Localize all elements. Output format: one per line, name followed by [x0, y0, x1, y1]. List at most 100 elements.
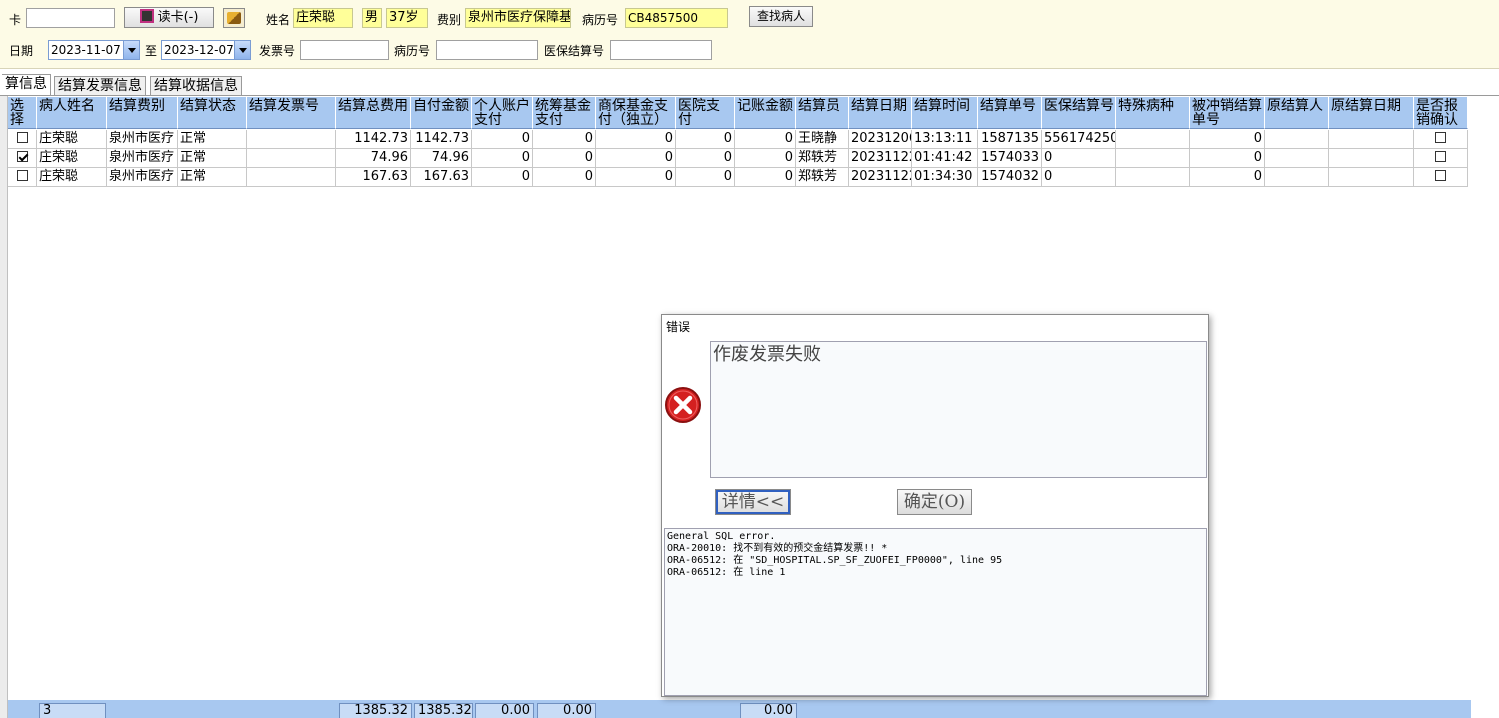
table-cell[interactable]: 1142.73 — [336, 130, 411, 149]
table-cell[interactable]: 0 — [1042, 149, 1116, 168]
table-cell[interactable]: 74.96 — [336, 149, 411, 168]
column-header[interactable]: 结算费别 — [107, 97, 178, 129]
column-header[interactable]: 结算发票号 — [247, 97, 336, 129]
table-cell[interactable]: 正常 — [178, 130, 247, 149]
tab-settlement-info[interactable]: 算信息 — [2, 74, 51, 96]
column-header[interactable]: 统筹基金支付 — [533, 97, 596, 129]
column-header[interactable]: 特殊病种 — [1116, 97, 1190, 129]
chevron-down-icon[interactable] — [123, 41, 139, 59]
tab-receipt-info[interactable]: 结算收据信息 — [150, 76, 242, 96]
table-cell[interactable]: 0 — [735, 149, 796, 168]
column-header[interactable]: 自付金额 — [411, 97, 472, 129]
table-cell[interactable] — [1265, 168, 1329, 187]
column-header[interactable]: 结算总费用 — [336, 97, 411, 129]
table-cell[interactable]: 13:13:11 — [912, 130, 978, 149]
table-cell[interactable]: 0 — [596, 168, 676, 187]
table-cell[interactable]: 0 — [472, 168, 533, 187]
age-field[interactable]: 37岁 — [386, 8, 428, 28]
table-cell[interactable]: 0 — [533, 130, 596, 149]
chevron-down-icon[interactable] — [234, 41, 250, 59]
table-cell[interactable] — [247, 168, 336, 187]
row-select-cell[interactable] — [8, 130, 37, 149]
reimburse-confirm-checkbox[interactable] — [1435, 131, 1446, 143]
reimburse-confirm-checkbox[interactable] — [1435, 169, 1446, 181]
table-cell[interactable]: 167.63 — [336, 168, 411, 187]
table-cell[interactable]: 0 — [596, 149, 676, 168]
table-cell[interactable] — [1329, 130, 1414, 149]
row-checkbox[interactable] — [16, 131, 28, 143]
ok-button[interactable]: 确定(O) — [897, 489, 972, 515]
column-header[interactable]: 是否报销确认 — [1414, 97, 1468, 129]
table-cell[interactable]: 0 — [596, 130, 676, 149]
table-cell[interactable]: 01:34:30 — [912, 168, 978, 187]
row-checkbox[interactable] — [16, 169, 28, 181]
fee-type-field[interactable]: 泉州市医疗保障基 — [465, 8, 571, 28]
table-cell[interactable] — [1414, 130, 1468, 149]
column-header[interactable]: 医保结算号 — [1042, 97, 1116, 129]
table-cell[interactable]: 167.63 — [411, 168, 472, 187]
invoice-input[interactable] — [300, 40, 389, 60]
table-cell[interactable]: 1574032 — [978, 168, 1042, 187]
table-cell[interactable] — [1414, 168, 1468, 187]
table-cell[interactable]: 0 — [1190, 149, 1265, 168]
sex-field[interactable]: 男 — [362, 8, 382, 28]
table-cell[interactable]: 74.96 — [411, 149, 472, 168]
read-card-button[interactable]: 读卡(-) — [124, 7, 214, 28]
table-cell[interactable]: 20231122 — [849, 149, 912, 168]
date-from-picker[interactable]: 2023-11-07 — [48, 40, 140, 60]
column-header[interactable]: 病人姓名 — [37, 97, 107, 129]
table-cell[interactable]: 20231206 — [849, 130, 912, 149]
row-checkbox[interactable] — [16, 150, 28, 162]
table-cell[interactable]: 0 — [676, 149, 735, 168]
column-header[interactable]: 结算时间 — [912, 97, 978, 129]
record-number-search-input[interactable] — [436, 40, 538, 60]
insurance-number-input[interactable] — [610, 40, 712, 60]
table-cell[interactable]: 0 — [472, 149, 533, 168]
date-to-picker[interactable]: 2023-12-07 — [161, 40, 251, 60]
table-cell[interactable]: 泉州市医疗 — [107, 130, 178, 149]
table-cell[interactable] — [1265, 149, 1329, 168]
column-header[interactable]: 结算日期 — [849, 97, 912, 129]
table-cell[interactable]: 0 — [1042, 168, 1116, 187]
table-cell[interactable] — [1265, 130, 1329, 149]
table-cell[interactable]: 0 — [533, 168, 596, 187]
column-header[interactable]: 个人账户支付 — [472, 97, 533, 129]
table-cell[interactable]: 0 — [735, 168, 796, 187]
reimburse-confirm-checkbox[interactable] — [1435, 150, 1446, 162]
table-cell[interactable] — [1329, 149, 1414, 168]
table-cell[interactable]: 郑轶芳 — [796, 149, 849, 168]
name-field[interactable]: 庄荣聪 — [293, 8, 353, 28]
column-header[interactable]: 结算员 — [796, 97, 849, 129]
column-header[interactable]: 记账金额 — [735, 97, 796, 129]
column-header[interactable]: 被冲销结算单号 — [1190, 97, 1265, 129]
card-input[interactable] — [26, 8, 115, 28]
table-cell[interactable] — [1116, 130, 1190, 149]
column-header[interactable]: 选择 — [8, 97, 37, 129]
column-header[interactable]: 结算单号 — [978, 97, 1042, 129]
table-cell[interactable]: 王晓静 — [796, 130, 849, 149]
table-cell[interactable]: 0 — [472, 130, 533, 149]
table-cell[interactable]: 1142.73 — [411, 130, 472, 149]
table-cell[interactable]: 0 — [533, 149, 596, 168]
column-header[interactable]: 原结算人 — [1265, 97, 1329, 129]
table-cell[interactable]: 556174250 — [1042, 130, 1116, 149]
column-header[interactable]: 原结算日期 — [1329, 97, 1414, 129]
table-cell[interactable]: 0 — [676, 130, 735, 149]
table-cell[interactable]: 庄荣聪 — [37, 168, 107, 187]
table-cell[interactable]: 庄荣聪 — [37, 130, 107, 149]
details-button[interactable]: 详情<< — [715, 489, 791, 515]
table-cell[interactable]: 泉州市医疗 — [107, 149, 178, 168]
column-header[interactable]: 商保基金支付（独立） — [596, 97, 676, 129]
table-cell[interactable] — [247, 149, 336, 168]
table-cell[interactable]: 0 — [1190, 130, 1265, 149]
table-cell[interactable]: 01:41:42 — [912, 149, 978, 168]
table-cell[interactable]: 正常 — [178, 149, 247, 168]
table-cell[interactable]: 1587135 — [978, 130, 1042, 149]
table-cell[interactable]: 庄荣聪 — [37, 149, 107, 168]
table-cell[interactable] — [1329, 168, 1414, 187]
table-cell[interactable]: 20231122 — [849, 168, 912, 187]
table-cell[interactable] — [1414, 149, 1468, 168]
row-select-cell[interactable] — [8, 168, 37, 187]
table-cell[interactable] — [1116, 168, 1190, 187]
table-cell[interactable]: 郑轶芳 — [796, 168, 849, 187]
